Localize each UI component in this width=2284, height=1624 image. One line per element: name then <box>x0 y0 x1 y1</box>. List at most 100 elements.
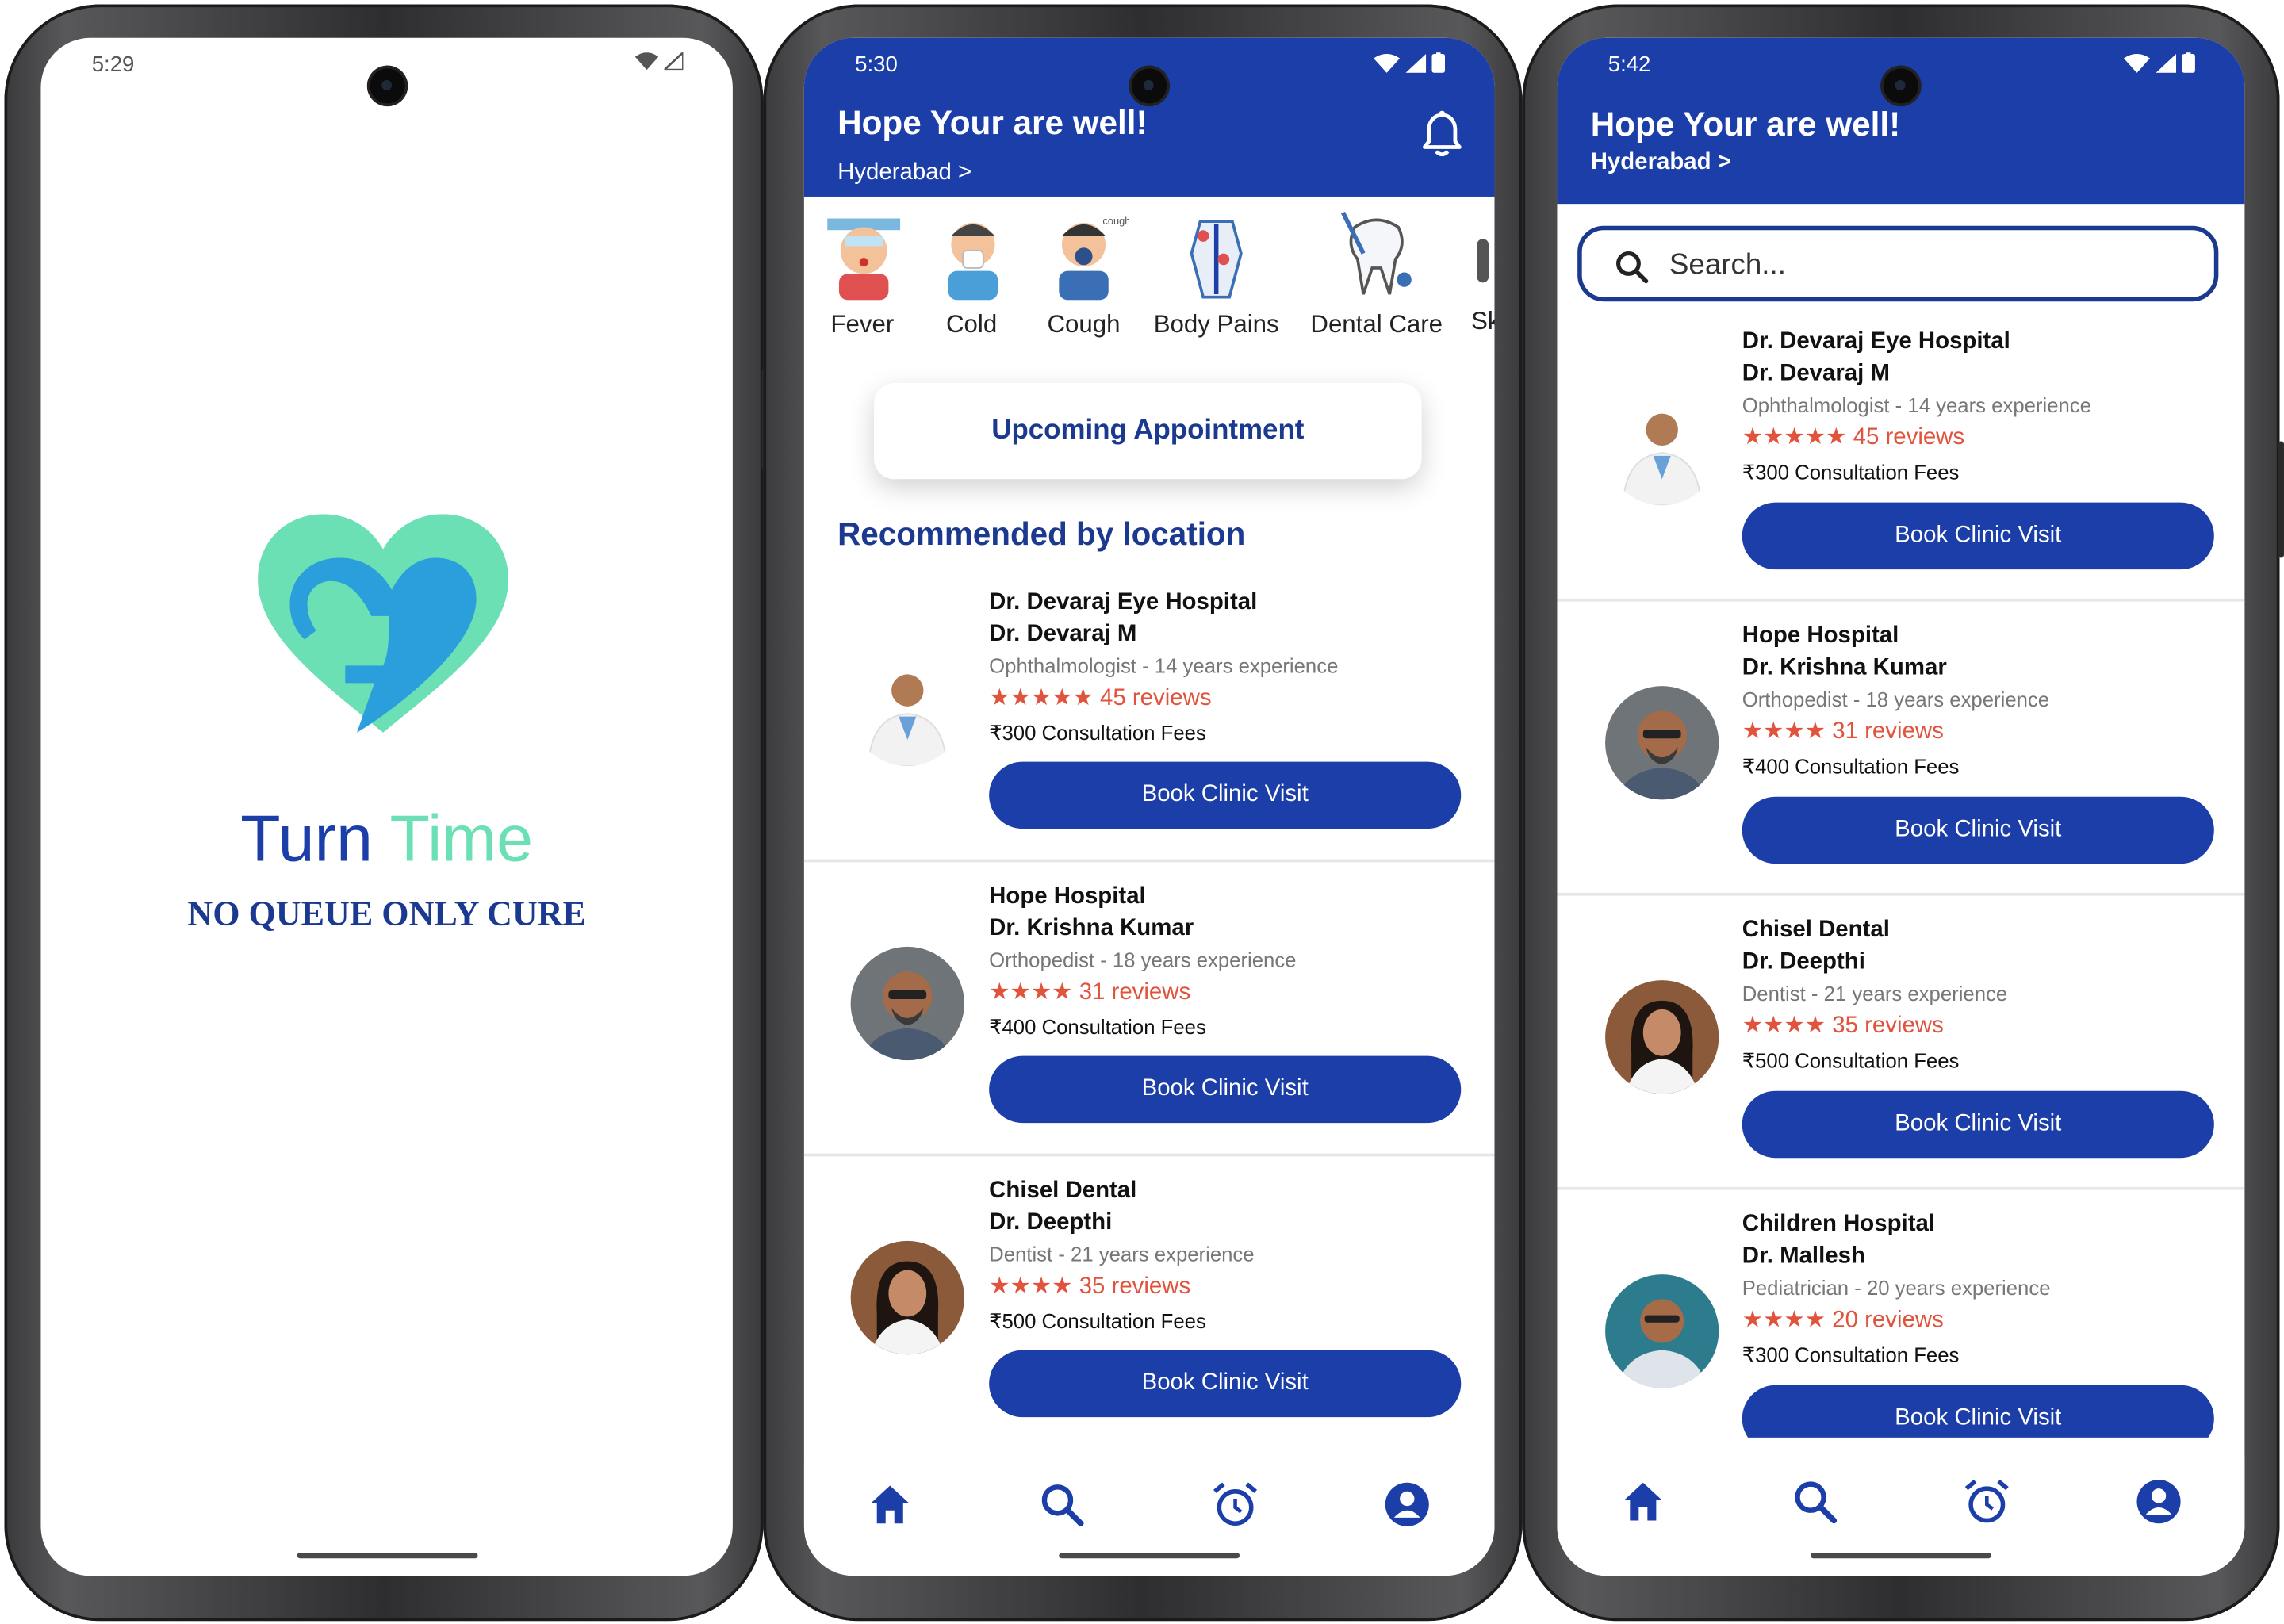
home-indicator[interactable] <box>1811 1552 1991 1559</box>
search-input[interactable]: Search... <box>1669 249 1786 282</box>
doctor-info: Hope Hospital Dr. Krishna Kumar Orthoped… <box>1742 620 2049 783</box>
profile-icon[interactable] <box>2134 1477 2183 1526</box>
book-label: Book Clinic Visit <box>1895 523 2062 548</box>
greeting-title: Hope Your are well! <box>1590 105 1901 143</box>
status-time: 5:30 <box>855 52 898 78</box>
doctor-avatar <box>850 946 964 1061</box>
category-label: Dental Care <box>1310 310 1443 339</box>
doctor-rating: ★★★★ 35 reviews <box>1742 1009 2007 1043</box>
body-pains-icon <box>1190 220 1243 299</box>
book-clinic-visit-button[interactable]: Book Clinic Visit <box>989 761 1462 829</box>
upcoming-appointment-button[interactable]: Upcoming Appointment <box>874 383 1422 480</box>
cold-icon <box>948 223 998 301</box>
category-cough[interactable]: cough! Cough <box>1033 209 1135 339</box>
category-label: Cough <box>1047 310 1121 339</box>
front-camera <box>366 65 408 107</box>
doctor-info: Dr. Devaraj Eye Hospital Dr. Devaraj M O… <box>989 587 1338 750</box>
volume-button <box>2278 441 2284 558</box>
book-label: Book Clinic Visit <box>1141 1370 1309 1396</box>
location-selector[interactable]: Hyderabad > <box>1591 150 1731 176</box>
category-fever[interactable]: Fever <box>818 209 906 339</box>
search-bar[interactable]: Search... <box>1577 225 2219 302</box>
status-time: 5:29 <box>91 52 135 78</box>
book-clinic-visit-button[interactable]: Book Clinic Visit <box>989 1055 1462 1124</box>
svg-text:cough!: cough! <box>1102 215 1129 227</box>
doctor-specialty: Ophthalmologist - 14 years experience <box>1742 393 2091 417</box>
signal-icon <box>664 52 684 71</box>
doctor-info: Hope Hospital Dr. Krishna Kumar Orthoped… <box>989 881 1296 1044</box>
doctor-name: Dr. Devaraj M <box>1742 361 1890 386</box>
review-count[interactable]: 35 reviews <box>1832 1013 1943 1038</box>
hospital-name: Dr. Devaraj Eye Hospital <box>1742 329 2010 354</box>
consultation-fee: ₹400 Consultation Fees <box>1742 754 1960 778</box>
status-time: 5:42 <box>1608 52 1651 78</box>
alarm-clock-icon[interactable] <box>1210 1480 1259 1529</box>
doctor-specialty: Dentist - 21 years experience <box>989 1242 1255 1266</box>
category-dental-care[interactable]: Dental Care <box>1302 209 1450 339</box>
review-count[interactable]: 45 reviews <box>1100 686 1211 710</box>
bottom-navigation <box>803 1459 1495 1550</box>
search-screen: 5:42 Hope Your are well! Hyderabad > Sea… <box>1557 37 2245 1576</box>
home-indicator[interactable] <box>1059 1552 1240 1559</box>
review-count[interactable]: 45 reviews <box>1853 425 1964 450</box>
review-count[interactable]: 31 reviews <box>1832 719 1943 744</box>
doctor-avatar <box>1605 1274 1719 1388</box>
review-count[interactable]: 20 reviews <box>1832 1308 1943 1332</box>
book-clinic-visit-button[interactable]: Book Clinic Visit <box>1742 1385 2214 1438</box>
star-rating: ★★★★★ <box>1742 425 1847 450</box>
location-selector[interactable]: Hyderabad > <box>837 160 971 186</box>
notification-bell-icon[interactable] <box>1422 110 1462 158</box>
category-body-pains[interactable]: Body Pains <box>1148 209 1285 339</box>
doctor-info: Chisel Dental Dr. Deepthi Dentist - 21 y… <box>1742 914 2007 1078</box>
brand-time: Time <box>389 801 534 875</box>
search-icon <box>1616 251 1649 284</box>
home-icon[interactable] <box>1619 1477 1668 1526</box>
search-icon[interactable] <box>1790 1477 1839 1526</box>
book-label: Book Clinic Visit <box>1895 817 2062 842</box>
doctor-avatar <box>1605 686 1719 800</box>
doctor-rating: ★★★★ 31 reviews <box>989 976 1296 1009</box>
status-icons <box>1374 52 1446 73</box>
consultation-fee: ₹500 Consultation Fees <box>1742 1048 1960 1072</box>
home-header: 5:30 Hope Your are well! Hyderabad > <box>803 37 1495 197</box>
wifi-icon <box>1374 53 1401 72</box>
doctor-info: Chisel Dental Dr. Deepthi Dentist - 21 y… <box>989 1175 1254 1339</box>
battery-icon <box>1431 52 1446 73</box>
category-cold[interactable]: Cold <box>928 209 1015 339</box>
wifi-icon <box>2123 53 2151 72</box>
book-label: Book Clinic Visit <box>1895 1405 2062 1431</box>
doctor-avatar <box>1605 392 1719 506</box>
search-icon[interactable] <box>1037 1480 1086 1529</box>
hospital-name: Hope Hospital <box>989 883 1146 910</box>
book-clinic-visit-button[interactable]: Book Clinic Visit <box>1742 1090 2214 1159</box>
profile-icon[interactable] <box>1382 1480 1431 1529</box>
category-skin[interactable]: Sk <box>1471 209 1494 336</box>
doctor-name: Dr. Krishna Kumar <box>989 916 1194 941</box>
phone-home: 5:30 Hope Your are well! Hyderabad > Fev… <box>763 4 1523 1622</box>
tagline: NO QUEUE ONLY CURE <box>187 895 586 934</box>
home-indicator[interactable] <box>296 1552 477 1559</box>
alarm-clock-icon[interactable] <box>1962 1477 2011 1526</box>
star-rating: ★★★★★ <box>989 686 1094 711</box>
home-icon[interactable] <box>865 1480 914 1529</box>
doctor-name: Dr. Mallesh <box>1742 1243 1865 1269</box>
book-clinic-visit-button[interactable]: Book Clinic Visit <box>1742 796 2214 864</box>
doctor-avatar <box>850 652 964 767</box>
doctor-rating: ★★★★ 31 reviews <box>1742 715 2049 749</box>
upcoming-appointment-label: Upcoming Appointment <box>991 415 1305 446</box>
review-count[interactable]: 35 reviews <box>1079 1274 1190 1299</box>
doctor-rating: ★★★★★ 45 reviews <box>989 682 1338 715</box>
consultation-fee: ₹300 Consultation Fees <box>1742 460 1960 484</box>
category-label: Body Pains <box>1153 310 1279 339</box>
consultation-fee: ₹300 Consultation Fees <box>989 721 1206 745</box>
book-clinic-visit-button[interactable]: Book Clinic Visit <box>1742 502 2214 570</box>
review-count[interactable]: 31 reviews <box>1079 980 1190 1005</box>
greeting-title: Hope Your are well! <box>837 103 1148 142</box>
book-clinic-visit-button[interactable]: Book Clinic Visit <box>989 1350 1462 1418</box>
doctor-card: Dr. Devaraj Eye Hospital Dr. Devaraj M O… <box>1557 304 2245 602</box>
doctor-specialty: Orthopedist - 18 years experience <box>1742 687 2050 711</box>
doctor-info: Children Hospital Dr. Mallesh Pediatrici… <box>1742 1208 2051 1372</box>
doctor-specialty: Dentist - 21 years experience <box>1742 981 2008 1005</box>
bottom-navigation <box>1557 1456 2245 1547</box>
doctor-name: Dr. Devaraj M <box>989 622 1137 647</box>
